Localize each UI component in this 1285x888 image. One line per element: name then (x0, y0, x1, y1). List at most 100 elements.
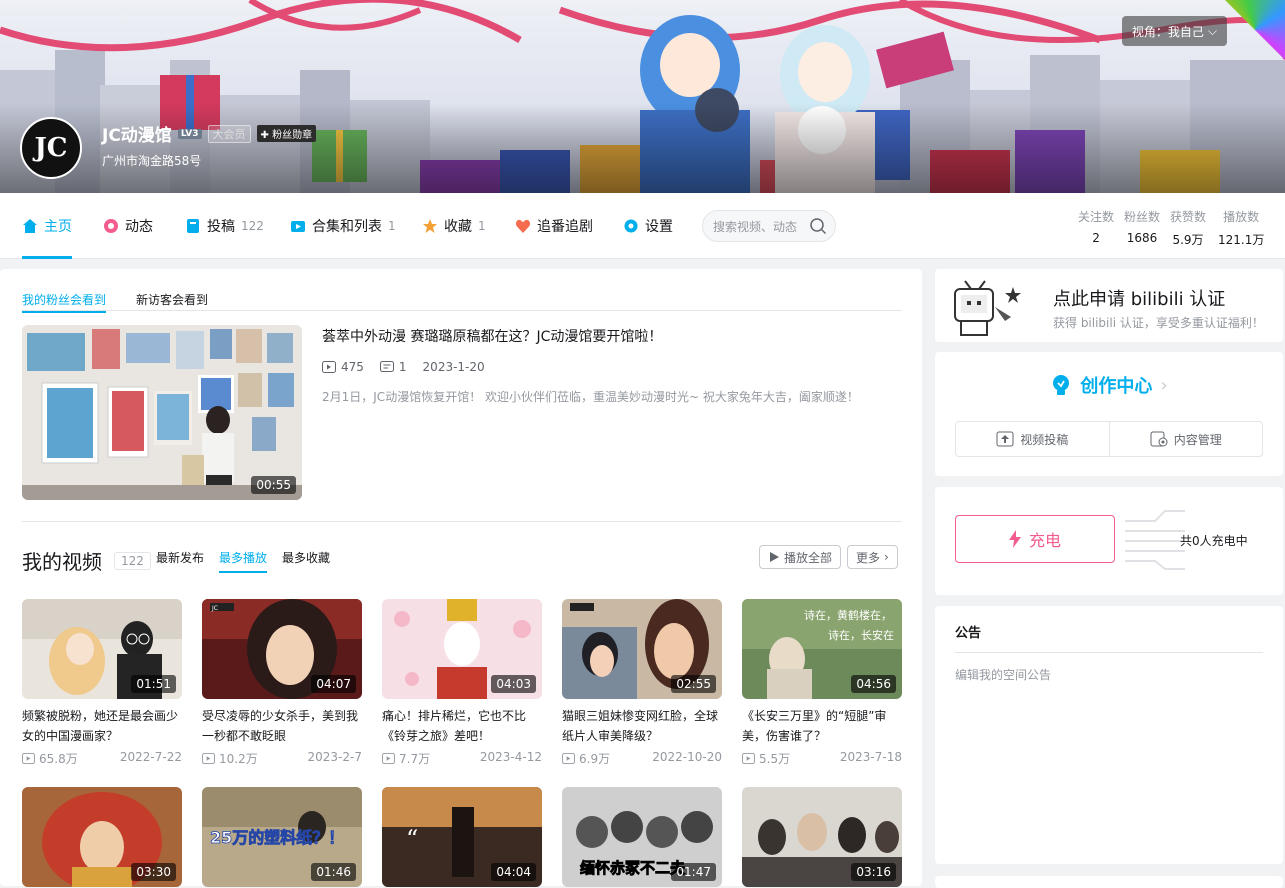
tab-dynamic[interactable]: 动态 (103, 193, 153, 259)
video-title[interactable]: 《长安三万里》的“短腿”审美，伤害谁了？ (742, 706, 902, 746)
thumb-poem-line2: 诗在，长安在 (828, 628, 894, 642)
content-manage-button[interactable]: 内容管理 (1108, 422, 1263, 456)
level-badge: LV3 (177, 128, 202, 139)
fan-medal-badge[interactable]: ✚ 粉丝勋章 (256, 125, 317, 142)
video-duration: 04:07 (311, 675, 356, 693)
play-count: 475 (322, 360, 364, 374)
video-card[interactable]: 02:55 猫眼三姐妹惨变网红脸，全球纸片人审美降级？ 6.9万 2022-10… (562, 599, 722, 767)
play-all-button[interactable]: 播放全部 (759, 545, 842, 569)
username[interactable]: JC动漫馆 (102, 121, 172, 146)
stat-label: 粉丝数 (1124, 210, 1161, 224)
play-count-value: 5.5万 (759, 752, 791, 766)
upload-icon (996, 431, 1014, 447)
video-card[interactable]: JC 04:07 受尽凌辱的少女杀手，美到我一秒都不敢眨眼 10.2万 2023… (202, 599, 362, 767)
auth-subtitle: 获得 bilibili 认证，享受多重认证福利！ (1053, 316, 1264, 330)
publish-date: 2023-2-7 (307, 750, 362, 764)
video-card[interactable]: 03:30 (22, 787, 182, 887)
featured-video-desc: 2月1日，JC动漫馆恢复开馆！ 欢迎小伙伴们莅临，重温美妙动漫时光~ 祝大家兔年… (322, 390, 859, 404)
auth-title[interactable]: 点此申请 bilibili 认证 (1053, 285, 1225, 311)
user-name-row: JC动漫馆 LV3 大会员 ✚ 粉丝勋章 (102, 121, 317, 146)
play-count: 10.2万 (202, 750, 258, 767)
video-card[interactable]: 01:51 频繁被脱粉，她还是最会画少女的中国漫画家？ 65.8万 2022-7… (22, 599, 182, 767)
video-card[interactable]: 诗在，黄鹤楼在， 诗在，长安在 04:56 《长安三万里》的“短腿”审美，伤害谁… (742, 599, 902, 767)
profile-banner: JC JC动漫馆 LV3 大会员 ✚ 粉丝勋章 广州市淘金路58号 视角：我自己… (0, 0, 1285, 193)
stat-value: 5.9万 (1172, 233, 1204, 247)
publish-date: 2023-1-20 (422, 360, 485, 374)
video-duration: 04:03 (491, 675, 536, 693)
search-icon[interactable] (809, 217, 827, 235)
featured-video-title[interactable]: 荟萃中外动漫 赛璐璐原稿都在这？JC动漫馆要开馆啦！ (322, 326, 662, 346)
video-meta: 10.2万 2023-2-7 (202, 750, 362, 767)
tv-mascot-icon (954, 280, 1021, 336)
upload-icon (187, 219, 199, 233)
video-card[interactable]: 04:03 痛心！排片稀烂，它也不比《铃芽之旅》差吧！ 7.7万 2023-4-… (382, 599, 542, 767)
upload-video-button[interactable]: 视频投稿 (956, 422, 1109, 456)
play-icon (202, 753, 215, 764)
video-card[interactable]: 03:16 (742, 787, 902, 887)
gear-icon (624, 219, 638, 233)
stat-following[interactable]: 关注数 2 (1078, 208, 1114, 245)
tab-settings[interactable]: 设置 (623, 193, 673, 259)
upload-video-label: 视频投稿 (1020, 432, 1069, 447)
avatar[interactable]: JC (20, 117, 82, 179)
video-card[interactable]: “ 04:04 (382, 787, 542, 887)
creator-buttons: 视频投稿 内容管理 (955, 421, 1263, 457)
play-count-value: 6.9万 (579, 752, 611, 766)
video-thumbnail[interactable]: 04:03 (382, 599, 542, 699)
video-thumbnail[interactable]: 25万的塑料纸？！ 01:46 (202, 787, 362, 887)
auth-card[interactable]: 点此申请 bilibili 认证 获得 bilibili 认证，享受多重认证福利… (935, 269, 1283, 342)
play-count-value: 7.7万 (399, 752, 431, 766)
tab-home[interactable]: 主页 (22, 193, 72, 259)
video-duration: 03:30 (131, 863, 176, 881)
tab-upload-count: 122 (241, 219, 264, 233)
video-thumbnail[interactable]: JC 04:07 (202, 599, 362, 699)
video-thumbnail[interactable]: 02:55 (562, 599, 722, 699)
video-thumbnail[interactable]: 缅怀赤冢不二夫 01:47 (562, 787, 722, 887)
featured-video-thumbnail[interactable]: 00:55 (22, 325, 302, 500)
video-thumbnail[interactable]: 诗在，黄鹤楼在， 诗在，长安在 04:56 (742, 599, 902, 699)
tab-upload[interactable]: 投稿 122 (185, 193, 264, 259)
play-icon (742, 753, 755, 764)
vip-badge[interactable]: 大会员 (207, 124, 251, 143)
tab-favorites-count: 1 (478, 219, 486, 233)
main-content: 我的粉丝会看到 新访客会看到 00:55 荟萃中外动漫 赛璐璐原稿都在这？JC动… (0, 269, 922, 887)
video-title[interactable]: 频繁被脱粉，她还是最会画少女的中国漫画家？ (22, 706, 182, 746)
video-meta: 65.8万 2022-7-22 (22, 750, 182, 767)
sort-most-favorited[interactable]: 最多收藏 (282, 549, 330, 573)
video-thumbnail[interactable]: 03:16 (742, 787, 902, 887)
video-card[interactable]: 缅怀赤冢不二夫 01:47 (562, 787, 722, 887)
video-duration: 01:51 (131, 675, 176, 693)
video-thumbnail[interactable]: 03:30 (22, 787, 182, 887)
video-thumbnail[interactable]: 01:51 (22, 599, 182, 699)
stat-fans[interactable]: 粉丝数 1686 (1124, 208, 1160, 245)
tab-home-label: 主页 (44, 219, 72, 235)
video-duration: 04:04 (491, 863, 536, 881)
tab-collections[interactable]: 合集和列表 1 (290, 193, 396, 259)
video-title[interactable]: 受尽凌辱的少女杀手，美到我一秒都不敢眨眼 (202, 706, 362, 746)
creator-center-link[interactable]: 创作中心 › (935, 372, 1283, 398)
tab-bangumi[interactable]: 追番追剧 (515, 193, 593, 259)
tab-favorites[interactable]: 收藏 1 (422, 193, 486, 259)
tab-collections-label: 合集和列表 (312, 219, 382, 235)
sort-latest[interactable]: 最新发布 (156, 549, 204, 573)
section-title[interactable]: 我的视频 (22, 546, 102, 575)
stat-value: 121.1万 (1218, 233, 1265, 247)
notice-title: 公告 (955, 626, 982, 641)
notice-edit-area[interactable]: 编辑我的空间公告 (955, 666, 1051, 683)
charge-button[interactable]: 充电 (955, 515, 1115, 563)
video-duration: 02:55 (671, 675, 716, 693)
video-thumbnail[interactable]: “ 04:04 (382, 787, 542, 887)
svg-text:“: “ (406, 825, 418, 853)
thumb-caption: 缅怀赤冢不二夫 (580, 859, 686, 877)
more-button[interactable]: 更多 › (847, 545, 898, 569)
video-title[interactable]: 猫眼三姐妹惨变网红脸，全球纸片人审美降级？ (562, 706, 722, 746)
video-card[interactable]: 25万的塑料纸？！ 01:46 (202, 787, 362, 887)
sort-most-played[interactable]: 最多播放 (219, 549, 268, 573)
chevron-right-icon: › (1160, 374, 1168, 396)
video-duration: 00:55 (251, 476, 296, 494)
video-title[interactable]: 痛心！排片稀烂，它也不比《铃芽之旅》差吧！ (382, 706, 542, 746)
notice-card: 公告 编辑我的空间公告 (935, 606, 1283, 864)
space-search-input[interactable]: 搜索视频、动态 (702, 210, 836, 242)
stat-likes: 获赞数 5.9万 (1170, 208, 1206, 248)
view-as-button[interactable]: 视角：我自己 ⌵ (1121, 16, 1227, 46)
